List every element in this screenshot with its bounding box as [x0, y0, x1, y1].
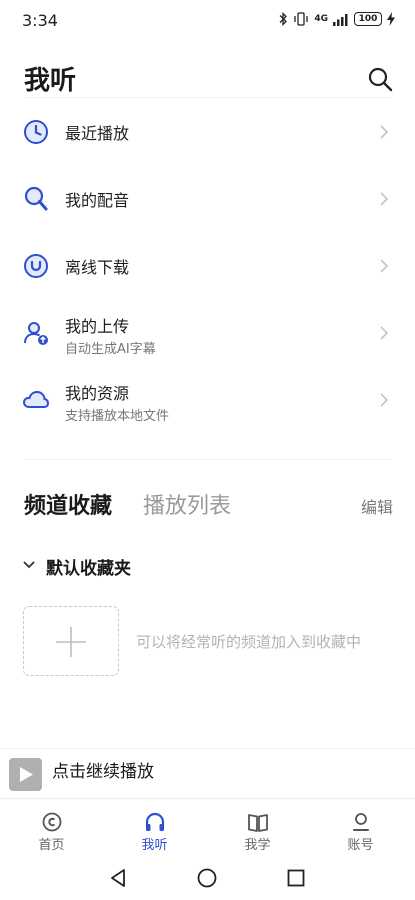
nav-label: 账号 — [347, 838, 374, 853]
section-divider — [24, 459, 391, 460]
nav-item-study[interactable]: 我学 — [206, 799, 309, 857]
home-circle-icon[interactable] — [196, 867, 218, 889]
system-nav-bar — [0, 856, 415, 900]
menu-list: 最近播放 我的配音 离线下载 我的上传 自动生成AI字幕 我的资源 支持播放本地… — [0, 98, 415, 433]
chevron-right-icon — [380, 392, 389, 407]
menu-item-my-resources[interactable]: 我的资源 支持播放本地文件 — [0, 366, 415, 433]
page-title: 我听 — [24, 66, 77, 96]
app-screen: 3:34 4G 100 我听 最近播放 我的配音 离线下载 我的上传 自动生成A… — [0, 0, 415, 900]
charging-icon — [387, 12, 395, 26]
menu-item-offline-download[interactable]: 离线下载 — [0, 232, 415, 299]
tab-playlists[interactable]: 播放列表 — [143, 488, 231, 520]
tab-channel-favorites[interactable]: 频道收藏 — [24, 488, 112, 520]
bottom-nav: 首页 我听 我学 账号 — [0, 798, 415, 856]
plus-icon — [56, 627, 86, 657]
recents-icon[interactable] — [285, 867, 307, 889]
back-icon[interactable] — [107, 867, 129, 889]
nav-item-account[interactable]: 账号 — [309, 799, 412, 857]
nav-label: 我听 — [141, 838, 168, 853]
menu-item-label: 我的配音 — [65, 190, 130, 210]
nav-item-listen[interactable]: 我听 — [103, 799, 206, 857]
magnifier-mic-icon — [24, 186, 48, 210]
status-time: 3:34 — [22, 11, 58, 30]
player-thumbnail — [9, 758, 42, 791]
clock-icon — [24, 119, 48, 144]
menu-item-label: 离线下载 — [65, 257, 130, 277]
play-icon — [20, 767, 33, 782]
menu-item-dubbing[interactable]: 我的配音 — [0, 165, 415, 232]
status-icons: 4G 100 — [278, 12, 395, 26]
menu-item-subtitle: 支持播放本地文件 — [65, 409, 170, 424]
search-icon[interactable] — [367, 66, 393, 92]
chevron-right-icon — [380, 191, 389, 206]
chevron-down-icon — [23, 561, 35, 569]
chevron-right-icon — [380, 124, 389, 139]
nav-item-home[interactable]: 首页 — [0, 799, 103, 857]
bluetooth-icon — [279, 12, 288, 26]
account-icon — [352, 813, 369, 831]
headphones-icon — [145, 812, 164, 831]
header: 我听 — [0, 56, 415, 100]
menu-item-subtitle: 自动生成AI字幕 — [65, 342, 156, 357]
player-label: 点击继续播放 — [52, 762, 154, 782]
favorites-tabs: 频道收藏 播放列表 编辑 — [0, 486, 415, 526]
chevron-right-icon — [380, 325, 389, 340]
add-favorite-hint: 可以将经常听的频道加入到收藏中 — [136, 633, 362, 651]
book-icon — [247, 814, 268, 832]
battery-indicator: 100 — [354, 12, 382, 26]
menu-item-my-uploads[interactable]: 我的上传 自动生成AI字幕 — [0, 299, 415, 366]
download-icon — [24, 253, 48, 278]
cloud-icon — [22, 390, 50, 408]
network-type: 4G — [314, 14, 328, 24]
menu-item-label: 最近播放 — [65, 123, 130, 143]
nav-label: 我学 — [244, 838, 271, 853]
home-icon — [42, 812, 61, 832]
status-bar: 3:34 4G 100 — [0, 0, 415, 40]
add-favorite-button[interactable] — [23, 606, 119, 676]
signal-icon — [333, 13, 348, 26]
menu-item-label: 我的资源 — [65, 384, 130, 403]
mini-player[interactable]: 点击继续播放 — [0, 748, 415, 798]
menu-item-label: 我的上传 — [65, 317, 130, 336]
menu-item-recent[interactable]: 最近播放 — [0, 98, 415, 165]
vibrate-icon — [294, 12, 308, 26]
user-upload-icon — [24, 321, 48, 345]
folder-label: 默认收藏夹 — [46, 559, 131, 579]
nav-label: 首页 — [38, 838, 65, 853]
edit-button[interactable]: 编辑 — [361, 494, 393, 518]
chevron-right-icon — [380, 258, 389, 273]
default-folder-toggle[interactable]: 默认收藏夹 — [0, 551, 415, 581]
